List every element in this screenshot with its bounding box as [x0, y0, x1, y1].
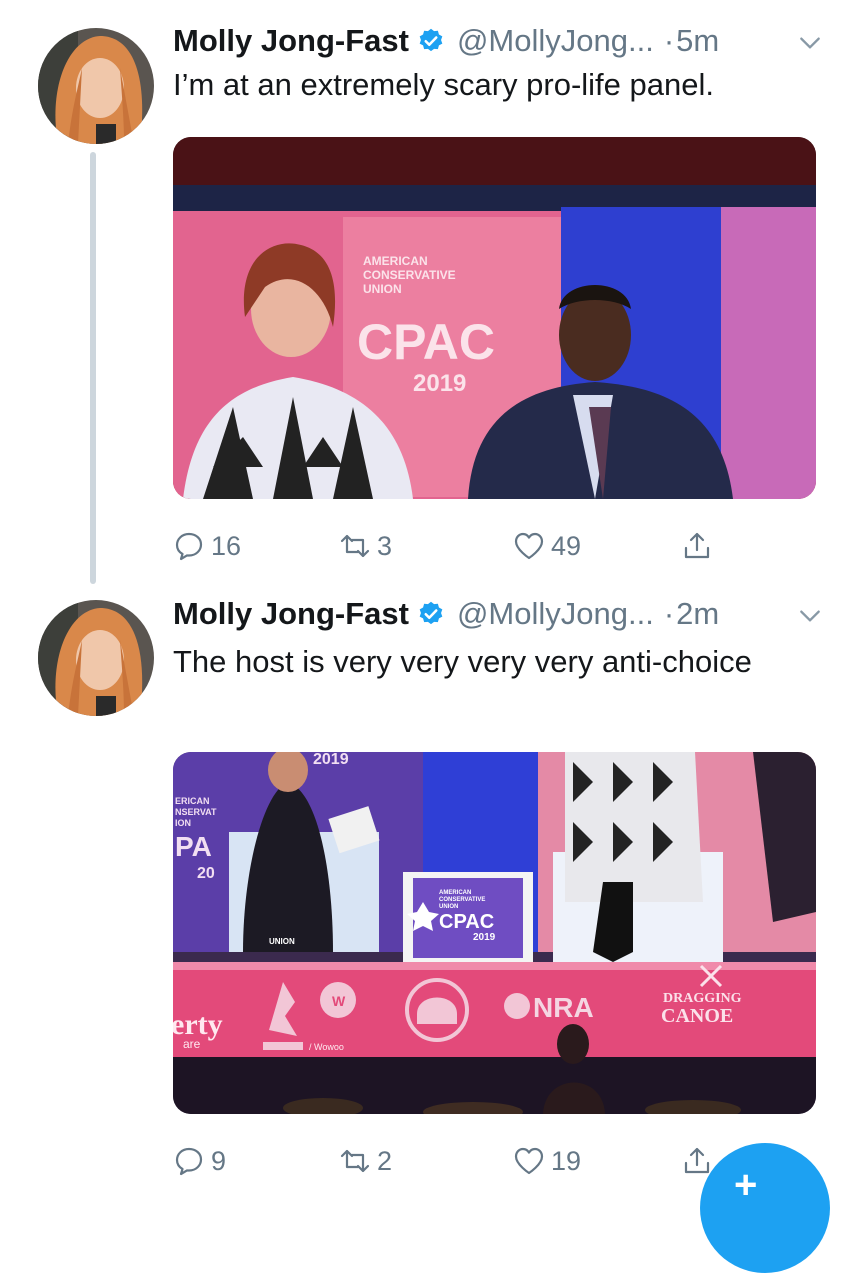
retweet-icon — [340, 534, 370, 558]
separator-dot: · — [663, 596, 675, 631]
tweet-1[interactable]: Molly Jong-Fast @MollyJong... · 5m I’m a… — [0, 0, 859, 585]
timestamp[interactable]: 2m — [676, 596, 719, 632]
separator-dot: · — [663, 23, 675, 58]
banner-canoe: CANOE — [661, 1005, 733, 1027]
avatar[interactable] — [38, 600, 154, 716]
reply-button[interactable]: 9 — [173, 1141, 226, 1181]
podium-year: 2019 — [473, 932, 496, 943]
heart-icon — [514, 1147, 544, 1175]
sign-line: NSERVAT — [175, 807, 217, 817]
tweet-2[interactable]: Molly Jong-Fast @MollyJong... · 2m The h… — [0, 585, 859, 1200]
verified-badge-icon — [419, 28, 443, 52]
display-name[interactable]: Molly Jong-Fast — [173, 23, 409, 59]
tweet-actions: 9 2 19 — [173, 1141, 733, 1181]
sign-line: ERICAN — [175, 796, 210, 806]
retweet-icon — [340, 1149, 370, 1173]
timestamp[interactable]: 5m — [676, 23, 719, 59]
tweet-header: Molly Jong-Fast @MollyJong... · 2m — [173, 593, 719, 635]
union-label: UNION — [269, 937, 295, 946]
sign-line: CONSERVATIVE — [363, 268, 456, 282]
podium-line: AMERICAN — [439, 890, 471, 896]
chevron-down-icon[interactable] — [797, 603, 823, 629]
sign-year: 20 — [197, 865, 215, 882]
tweet-text: I’m at an extremely scary pro-life panel… — [173, 67, 714, 102]
tweet-header: Molly Jong-Fast @MollyJong... · 5m — [173, 20, 719, 62]
compose-tweet-icon: + — [734, 1163, 758, 1207]
podium-line: UNION — [439, 904, 458, 910]
thread-line — [90, 152, 96, 584]
reply-button[interactable]: 16 — [173, 526, 241, 566]
handle[interactable]: @MollyJong... — [457, 23, 654, 59]
podium-logo: CPAC — [439, 911, 494, 933]
tweet-image[interactable]: AMERICAN CONSERVATIVE UNION CPAC 2019 — [173, 137, 816, 499]
tweet-actions: 16 3 49 — [173, 526, 733, 566]
retweet-button[interactable]: 2 — [339, 1141, 392, 1181]
share-button[interactable] — [681, 526, 713, 566]
banner-dragging: DRAGGING — [663, 991, 742, 1006]
sign-logo: CPAC — [357, 314, 495, 370]
heart-icon — [514, 532, 544, 560]
sign-line: ION — [175, 818, 191, 828]
retweet-count: 3 — [377, 530, 393, 561]
sign-line: AMERICAN — [363, 254, 428, 268]
reply-count: 9 — [211, 1145, 227, 1176]
handle[interactable]: @MollyJong... — [457, 596, 654, 632]
compose-tweet-button[interactable]: + — [700, 1143, 830, 1273]
sign-logo: PA — [175, 831, 212, 862]
reply-icon — [175, 532, 203, 561]
sign-line: UNION — [363, 282, 402, 296]
verified-badge-icon — [419, 601, 443, 625]
tweet-image[interactable]: 2019 ERICAN NSERVAT ION PA 20 AMERICAN C… — [173, 752, 816, 1114]
like-button[interactable]: 19 — [513, 1141, 581, 1181]
sign-year: 2019 — [413, 370, 466, 397]
share-icon — [684, 532, 710, 559]
banner-year: 2019 — [313, 752, 349, 768]
chevron-down-icon[interactable] — [797, 30, 823, 56]
share-icon — [684, 1147, 710, 1174]
podium-line: CONSERVATIVE — [439, 897, 485, 903]
banner-small: / Wowoo — [309, 1042, 344, 1052]
reply-icon — [175, 1147, 203, 1176]
like-count: 19 — [551, 1145, 582, 1176]
retweet-button[interactable]: 3 — [339, 526, 392, 566]
like-count: 49 — [551, 530, 582, 561]
display-name[interactable]: Molly Jong-Fast — [173, 596, 409, 632]
banner-w-logo: W — [332, 993, 346, 1009]
tweet-text: The host is very very very very anti-cho… — [173, 644, 752, 679]
avatar[interactable] — [38, 28, 154, 144]
like-button[interactable]: 49 — [513, 526, 581, 566]
retweet-count: 2 — [377, 1145, 393, 1176]
banner-nra: NRA — [533, 992, 594, 1023]
banner-sponsor-sub: are — [183, 1037, 201, 1051]
reply-count: 16 — [211, 530, 242, 561]
